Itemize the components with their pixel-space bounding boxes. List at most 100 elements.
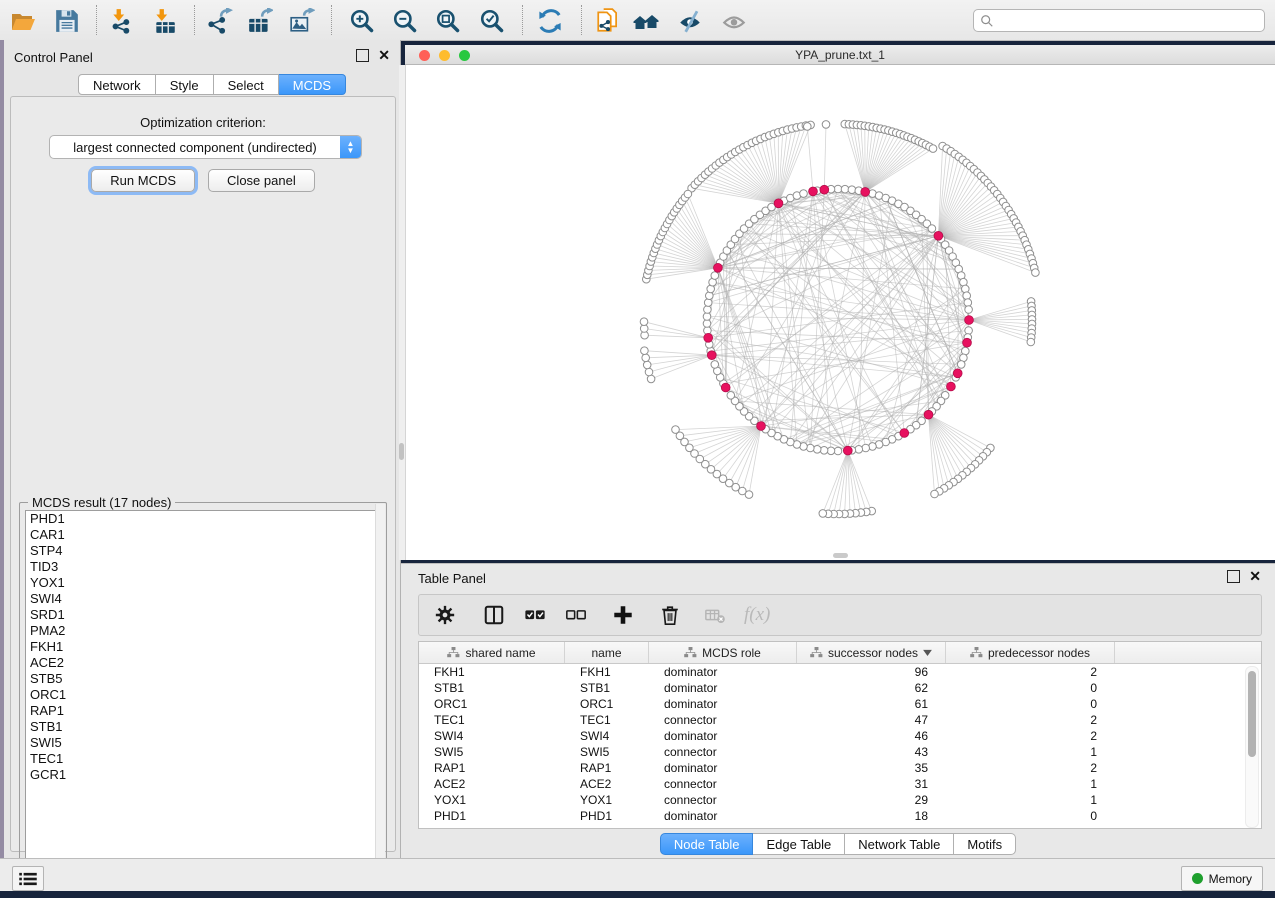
- table-tab-bar: Node TableEdge TableNetwork TableMotifs: [401, 833, 1275, 855]
- result-node-item[interactable]: STP4: [26, 543, 378, 559]
- column-header-successor-nodes[interactable]: successor nodes: [797, 642, 946, 663]
- result-node-item[interactable]: RAP1: [26, 703, 378, 719]
- cell-name: TEC1: [565, 713, 649, 727]
- column-header-shared-name[interactable]: shared name: [419, 642, 565, 663]
- cell-successor_nodes: 31: [797, 777, 946, 791]
- network-vscrollbar[interactable]: [399, 65, 406, 560]
- mcds-result-list[interactable]: PHD1CAR1STP4TID3YOX1SWI4SRD1PMA2FKH1ACE2…: [25, 510, 379, 873]
- cell-mcds_role: dominator: [649, 681, 797, 695]
- table-vscrollbar[interactable]: [1245, 666, 1259, 828]
- save-session-button[interactable]: [53, 7, 80, 34]
- result-node-item[interactable]: TID3: [26, 559, 378, 575]
- open-file-button[interactable]: [9, 7, 36, 34]
- table-row[interactable]: SWI5SWI5connector431: [419, 744, 1261, 760]
- table-tab-motifs[interactable]: Motifs: [954, 833, 1016, 855]
- column-header-filler: [1115, 642, 1261, 663]
- select-stepper-icon: ▲▼: [340, 136, 361, 158]
- column-header-MCDS-role[interactable]: MCDS role: [649, 642, 797, 663]
- close-table-panel-icon[interactable]: ✕: [1249, 571, 1261, 582]
- network-canvas[interactable]: [405, 65, 1275, 560]
- cell-predecessor_nodes: 1: [946, 793, 1115, 807]
- cell-predecessor_nodes: 2: [946, 665, 1115, 679]
- result-node-item[interactable]: PHD1: [26, 511, 378, 527]
- zoom-in-button[interactable]: [348, 7, 375, 34]
- tab-style[interactable]: Style: [156, 74, 214, 95]
- cell-name: PHD1: [565, 809, 649, 823]
- cell-mcds_role: dominator: [649, 809, 797, 823]
- zoom-selected-button[interactable]: [478, 7, 505, 34]
- show-column-button[interactable]: [482, 603, 506, 627]
- mcds-result-group-title: MCDS result (17 nodes): [28, 495, 175, 510]
- table-tab-node-table[interactable]: Node Table: [660, 833, 754, 855]
- zoom-fit-button[interactable]: [434, 7, 461, 34]
- refresh-layout-button[interactable]: [536, 7, 563, 34]
- network-graph[interactable]: [405, 65, 1275, 560]
- table-row[interactable]: FKH1FKH1dominator962: [419, 664, 1261, 680]
- deselect-all-button[interactable]: [564, 603, 588, 627]
- table-row[interactable]: ORC1ORC1dominator610: [419, 696, 1261, 712]
- import-table-button[interactable]: [151, 7, 178, 34]
- search-box[interactable]: [973, 9, 1265, 32]
- table-row[interactable]: ACE2ACE2connector311: [419, 776, 1261, 792]
- table-row[interactable]: SWI4SWI4dominator462: [419, 728, 1261, 744]
- result-node-item[interactable]: TEC1: [26, 751, 378, 767]
- result-node-item[interactable]: STB1: [26, 719, 378, 735]
- table-row[interactable]: YOX1YOX1connector291: [419, 792, 1261, 808]
- result-node-item[interactable]: SWI5: [26, 735, 378, 751]
- result-node-item[interactable]: ORC1: [26, 687, 378, 703]
- network-hscrollbar-thumb[interactable]: [833, 553, 848, 558]
- export-table-button[interactable]: [246, 7, 273, 34]
- table-tab-edge-table[interactable]: Edge Table: [753, 833, 845, 855]
- hide-panels-eye-button[interactable]: [676, 7, 703, 34]
- table-options-button[interactable]: [433, 603, 457, 627]
- run-mcds-button[interactable]: Run MCDS: [91, 169, 195, 192]
- table-vscrollbar-thumb[interactable]: [1248, 671, 1256, 757]
- export-image-button[interactable]: [288, 7, 315, 34]
- tab-select[interactable]: Select: [214, 74, 279, 95]
- table-row[interactable]: TEC1TEC1connector472: [419, 712, 1261, 728]
- result-node-item[interactable]: CAR1: [26, 527, 378, 543]
- select-all-button[interactable]: [523, 603, 547, 627]
- network-vscrollbar-thumb[interactable]: [399, 443, 404, 460]
- result-list-scrollbar[interactable]: [375, 504, 385, 865]
- result-node-item[interactable]: GCR1: [26, 767, 378, 783]
- result-node-item[interactable]: STB5: [26, 671, 378, 687]
- show-all-networks-button[interactable]: [632, 7, 659, 34]
- table-row[interactable]: STB1STB1dominator620: [419, 680, 1261, 696]
- result-node-item[interactable]: SWI4: [26, 591, 378, 607]
- optimization-criterion-select[interactable]: largest connected component (undirected)…: [49, 135, 362, 159]
- column-header-predecessor-nodes[interactable]: predecessor nodes: [946, 642, 1115, 663]
- float-table-panel-icon[interactable]: [1227, 570, 1240, 583]
- table-tab-network-table[interactable]: Network Table: [845, 833, 954, 855]
- delete-column-button[interactable]: [658, 603, 682, 627]
- table-toolbar: f(x): [418, 594, 1262, 636]
- close-panel-button[interactable]: Close panel: [208, 169, 315, 192]
- zoom-out-button[interactable]: [391, 7, 418, 34]
- node-table[interactable]: shared namenameMCDS rolesuccessor nodesp…: [418, 641, 1262, 829]
- result-node-item[interactable]: YOX1: [26, 575, 378, 591]
- close-panel-icon[interactable]: ✕: [378, 50, 390, 61]
- memory-label: Memory: [1209, 872, 1252, 886]
- cell-predecessor_nodes: 1: [946, 745, 1115, 759]
- column-header-name[interactable]: name: [565, 642, 649, 663]
- create-column-button[interactable]: [611, 603, 635, 627]
- show-panels-eye-button[interactable]: [720, 7, 747, 34]
- tab-network[interactable]: Network: [78, 74, 156, 95]
- search-input[interactable]: [994, 13, 1264, 29]
- result-node-item[interactable]: FKH1: [26, 639, 378, 655]
- tab-mcds[interactable]: MCDS: [279, 74, 346, 95]
- table-row[interactable]: RAP1RAP1dominator352: [419, 760, 1261, 776]
- table-row[interactable]: PHD1PHD1dominator180: [419, 808, 1261, 824]
- memory-button[interactable]: Memory: [1181, 866, 1263, 891]
- result-node-item[interactable]: SRD1: [26, 607, 378, 623]
- task-history-button[interactable]: [12, 866, 44, 891]
- result-node-item[interactable]: ACE2: [26, 655, 378, 671]
- cytoscape-window: Control Panel ✕ NetworkStyleSelectMCDS O…: [0, 0, 1275, 898]
- criterion-selected-value: largest connected component (undirected): [50, 140, 340, 155]
- result-node-item[interactable]: PMA2: [26, 623, 378, 639]
- export-network-button[interactable]: [206, 7, 233, 34]
- float-panel-icon[interactable]: [356, 49, 369, 62]
- cell-successor_nodes: 35: [797, 761, 946, 775]
- clone-network-button[interactable]: [594, 7, 621, 34]
- import-network-button[interactable]: [108, 7, 135, 34]
